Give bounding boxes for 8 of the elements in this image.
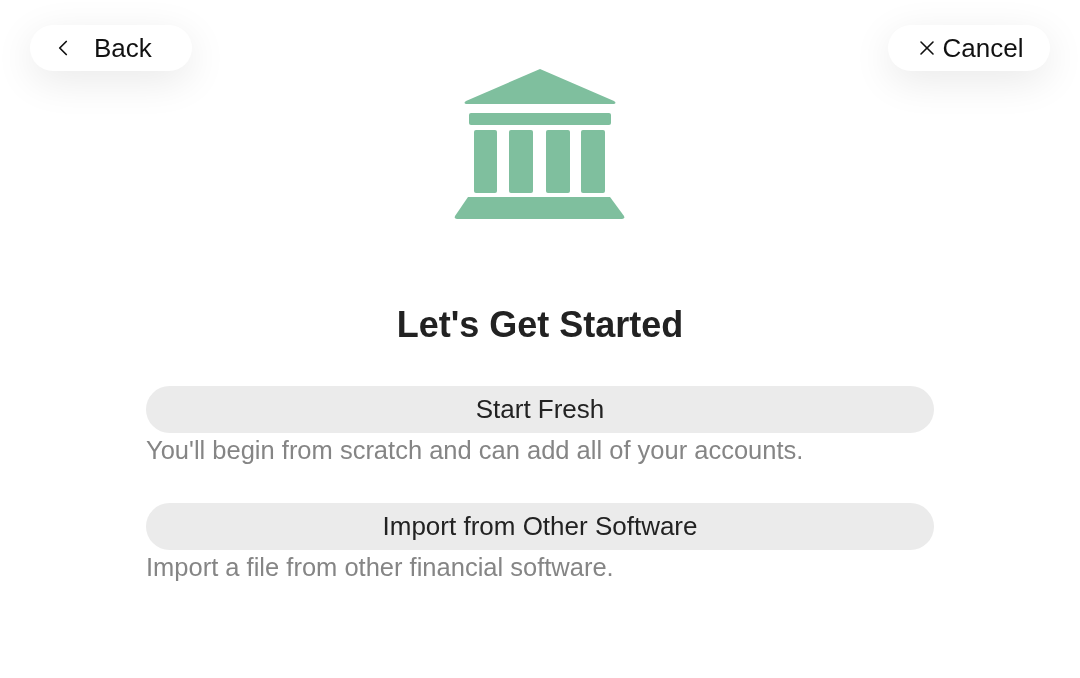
option-button[interactable]: Start Fresh [146, 386, 934, 433]
back-button[interactable]: Back [30, 25, 192, 71]
cancel-button[interactable]: Cancel [888, 25, 1050, 71]
option-description: Import a file from other financial software. [146, 552, 614, 582]
page-title: Let's Get Started [396, 303, 684, 347]
bank-building-icon [454, 69, 626, 221]
option-description: You'll begin from scratch and can add all of your accounts. [146, 435, 804, 465]
option-button[interactable]: Import from Other Software [146, 503, 934, 550]
